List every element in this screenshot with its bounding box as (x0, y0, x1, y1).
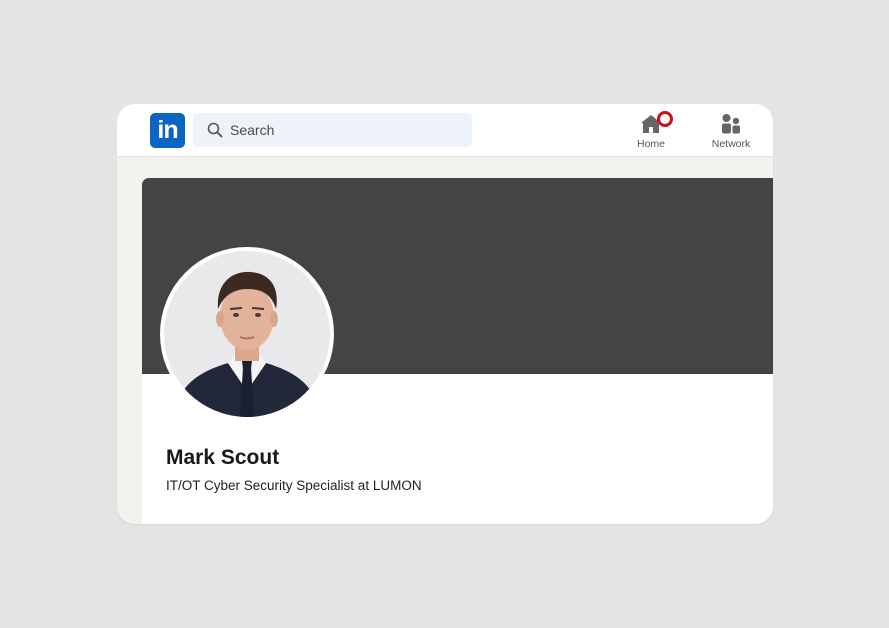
network-icon (719, 112, 743, 136)
left-rail (117, 157, 142, 524)
app-window: in Home (117, 104, 773, 524)
nav-network[interactable]: Network (701, 108, 761, 154)
linkedin-logo[interactable]: in (150, 113, 185, 148)
search-bar[interactable] (193, 113, 472, 147)
profile-name: Mark Scout (166, 446, 280, 469)
search-icon (207, 122, 223, 138)
profile-headline: IT/OT Cyber Security Specialist at LUMON (166, 478, 422, 493)
profile-avatar[interactable] (160, 247, 334, 421)
top-navigation-bar: in Home (117, 104, 773, 157)
nav-home[interactable]: Home (621, 108, 681, 154)
search-input[interactable] (230, 113, 460, 147)
nav-network-label: Network (711, 138, 751, 150)
nav-home-label: Home (636, 138, 665, 150)
notification-badge (657, 111, 673, 127)
profile-card: Mark Scout IT/OT Cyber Security Speciali… (142, 178, 773, 524)
